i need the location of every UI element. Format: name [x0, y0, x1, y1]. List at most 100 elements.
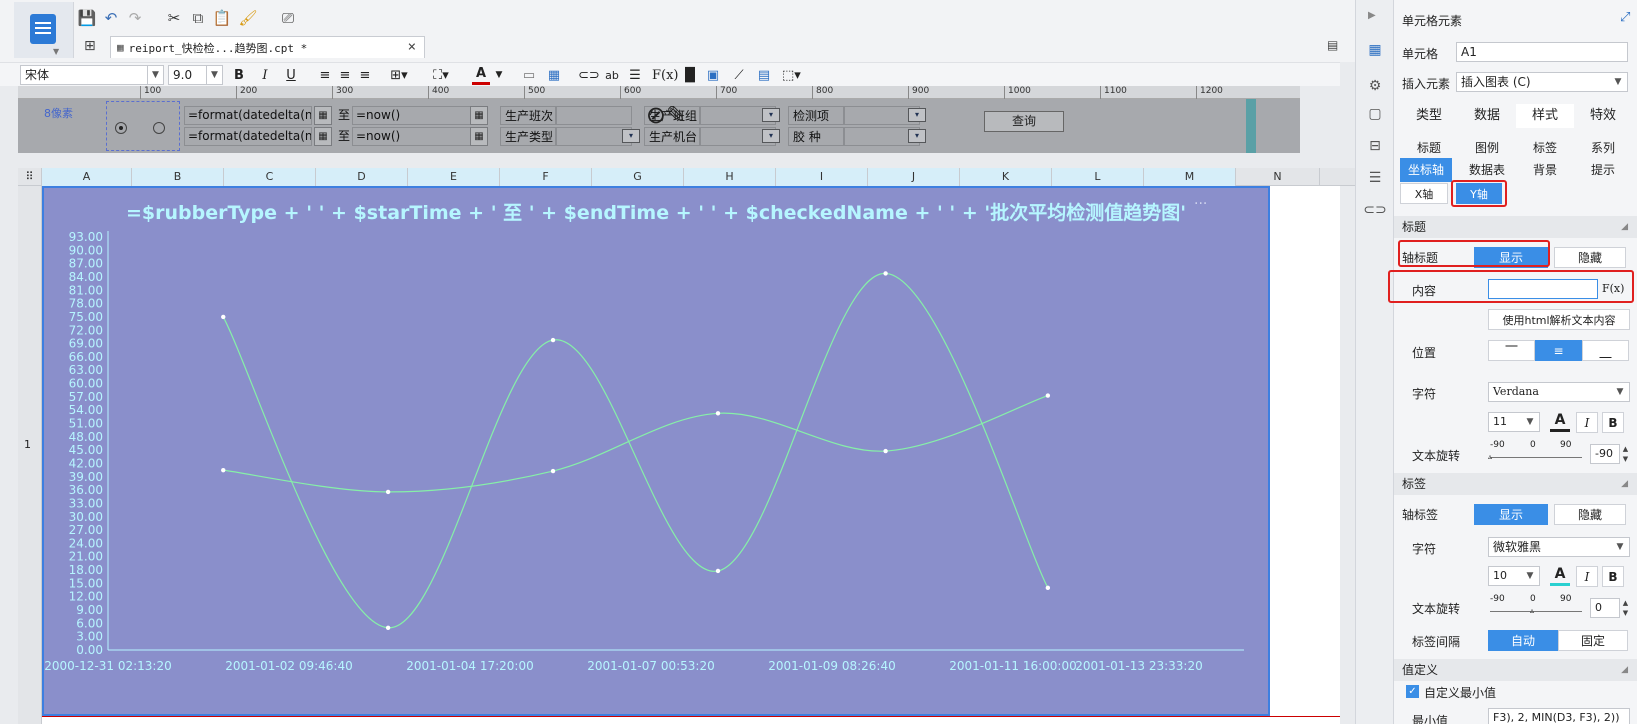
bold-icon[interactable]: B [1602, 412, 1624, 433]
subtab-title[interactable]: 标题 [1400, 136, 1458, 160]
more-icon[interactable]: ⬚▾ [782, 65, 801, 85]
rotate-slider[interactable] [1490, 457, 1582, 458]
end-date-input-2[interactable]: =now() [352, 127, 480, 146]
slash-icon[interactable]: ⟋ [730, 65, 748, 85]
row-label[interactable]: 1 [24, 438, 31, 451]
border-icon[interactable]: ⊞▾ [390, 65, 408, 85]
font-family-select[interactable]: 宋体 ▼ [20, 65, 164, 85]
pin-icon[interactable]: ⤢ [1620, 10, 1630, 25]
min-value-input[interactable]: F3), 2, MIN(D3, F3), 2)) [1488, 708, 1630, 724]
column-header-i[interactable]: I [776, 168, 868, 186]
label-font-size-select[interactable]: 10 ▼ [1488, 566, 1540, 586]
underline-icon[interactable]: U [282, 65, 300, 85]
link-icon[interactable]: ⊂⊃ [1363, 200, 1386, 220]
font-size-select[interactable]: 9.0 ▼ [168, 65, 223, 85]
grid-icon[interactable]: ⊞ [84, 38, 96, 54]
bold-icon[interactable]: B [230, 65, 248, 85]
link-icon[interactable]: ⊂⊃ [578, 65, 600, 85]
tab-style[interactable]: 样式 [1516, 104, 1574, 128]
type-combo[interactable] [556, 127, 632, 146]
column-header-a[interactable]: A [42, 168, 132, 186]
column-header-h[interactable]: H [684, 168, 776, 186]
subtab-label[interactable]: 标签 [1516, 136, 1574, 160]
italic-icon[interactable]: I [256, 65, 274, 85]
align-right-icon[interactable]: ⎽ [1582, 340, 1629, 361]
subtab-tooltip[interactable]: 提示 [1574, 158, 1632, 182]
align-left-icon[interactable]: ≡ [316, 65, 334, 85]
label-rotate-slider[interactable] [1490, 611, 1582, 612]
column-header-j[interactable]: J [868, 168, 960, 186]
radio-group[interactable] [106, 101, 180, 151]
image-icon[interactable]: ▣ [704, 65, 722, 85]
spinner-icon[interactable]: ▲ ▼ [1620, 598, 1631, 618]
axis-label-show[interactable]: 显示 [1474, 504, 1548, 525]
close-icon[interactable]: × [408, 39, 416, 55]
radio-unselected[interactable] [153, 122, 165, 134]
pane-scroll-handle[interactable] [1246, 99, 1256, 153]
slider-thumb-icon[interactable]: ▵ [1530, 606, 1534, 615]
label-italic-icon[interactable]: I [1576, 566, 1598, 587]
cut-icon[interactable]: ✂ [163, 7, 185, 29]
spinner-icon[interactable]: ▲ ▼ [1620, 444, 1631, 464]
chart-icon[interactable]: ⊟ [1365, 136, 1385, 156]
start-date-input-2[interactable]: =format(datedelta(now [184, 127, 312, 146]
font-color-icon[interactable]: A [1550, 412, 1570, 432]
section-value-header[interactable]: 值定义 ◢ [1394, 659, 1637, 681]
column-header-e[interactable]: E [408, 168, 500, 186]
shift-combo[interactable] [556, 106, 632, 125]
html-parse-button[interactable]: 使用html解析文本内容 [1488, 309, 1630, 330]
preview-icon[interactable]: ⎚ [277, 7, 299, 29]
calendar-icon[interactable]: ▦ [470, 127, 488, 146]
dropdown-icon[interactable]: ▾ [622, 129, 640, 143]
calendar-icon[interactable]: ▦ [314, 106, 332, 125]
section-title-header[interactable]: 标题 ◢ [1394, 216, 1637, 238]
table-icon[interactable]: ▦ [545, 65, 563, 85]
align-center-icon[interactable]: ≡ [336, 65, 354, 85]
label-font-select[interactable]: 微软雅黑 ▼ [1488, 537, 1630, 557]
app-menu-button[interactable]: ▼ [14, 2, 74, 58]
redo-icon[interactable]: ↷ [124, 7, 146, 29]
merge-icon[interactable]: ▭ [520, 65, 538, 85]
column-header-d[interactable]: D [316, 168, 408, 186]
chevron-down-icon[interactable]: ▼ [490, 65, 508, 85]
font-color-icon[interactable]: A [472, 65, 490, 85]
dropdown-icon[interactable]: ▾ [762, 129, 780, 143]
italic-icon[interactable]: I [1576, 412, 1598, 433]
hide-eye-icon[interactable]: ⊘✎ [638, 101, 694, 131]
column-header-l[interactable]: L [1052, 168, 1144, 186]
tab-menu-icon[interactable]: ▤ [1327, 38, 1338, 52]
font-select[interactable]: Verdana ▼ [1488, 382, 1630, 402]
tab-type[interactable]: 类型 [1400, 104, 1458, 128]
cell-field[interactable]: A1 [1456, 42, 1628, 62]
chevron-right-icon[interactable]: ▶ [1368, 10, 1376, 21]
bar-chart-icon[interactable]: ▐▌ [680, 65, 700, 85]
cell-element-icon[interactable]: ▦ [1365, 40, 1385, 60]
label-bold-icon[interactable]: B [1602, 566, 1624, 587]
label-rotate-input[interactable]: 0 [1590, 598, 1620, 618]
align-right-icon[interactable]: ≡ [356, 65, 374, 85]
calendar-icon[interactable]: ▦ [470, 106, 488, 125]
tab-effect[interactable]: 特效 [1574, 104, 1632, 128]
interval-auto[interactable]: 自动 [1488, 630, 1558, 651]
copy-icon[interactable]: ⧉ [187, 7, 209, 29]
template-icon[interactable]: ⚙ [1365, 76, 1385, 96]
subtab-series[interactable]: 系列 [1574, 136, 1632, 160]
column-header-f[interactable]: F [500, 168, 592, 186]
column-header-g[interactable]: G [592, 168, 684, 186]
formula-icon[interactable]: F(x) [652, 65, 679, 85]
column-header-m[interactable]: M [1144, 168, 1236, 186]
font-size-select[interactable]: 11 ▼ [1488, 412, 1540, 432]
calendar-icon[interactable]: ▦ [314, 127, 332, 146]
column-header-n[interactable]: N [1236, 168, 1320, 186]
slider-thumb-icon[interactable]: ▵ [1488, 452, 1492, 461]
fill-color-icon[interactable]: ⛶▾ [432, 65, 450, 85]
rotate-input[interactable]: -90 [1590, 444, 1620, 464]
column-header-c[interactable]: C [224, 168, 316, 186]
section-label-header[interactable]: 标签 ◢ [1394, 473, 1637, 495]
dropdown-icon[interactable]: ▾ [908, 108, 926, 122]
radio-selected[interactable] [115, 122, 127, 134]
end-date-input[interactable]: =now() [352, 106, 480, 125]
axis-title-hide[interactable]: 隐藏 [1554, 247, 1626, 268]
dropdown-icon[interactable]: ▾ [908, 129, 926, 143]
more-options-icon[interactable]: ··· [1194, 196, 1207, 212]
